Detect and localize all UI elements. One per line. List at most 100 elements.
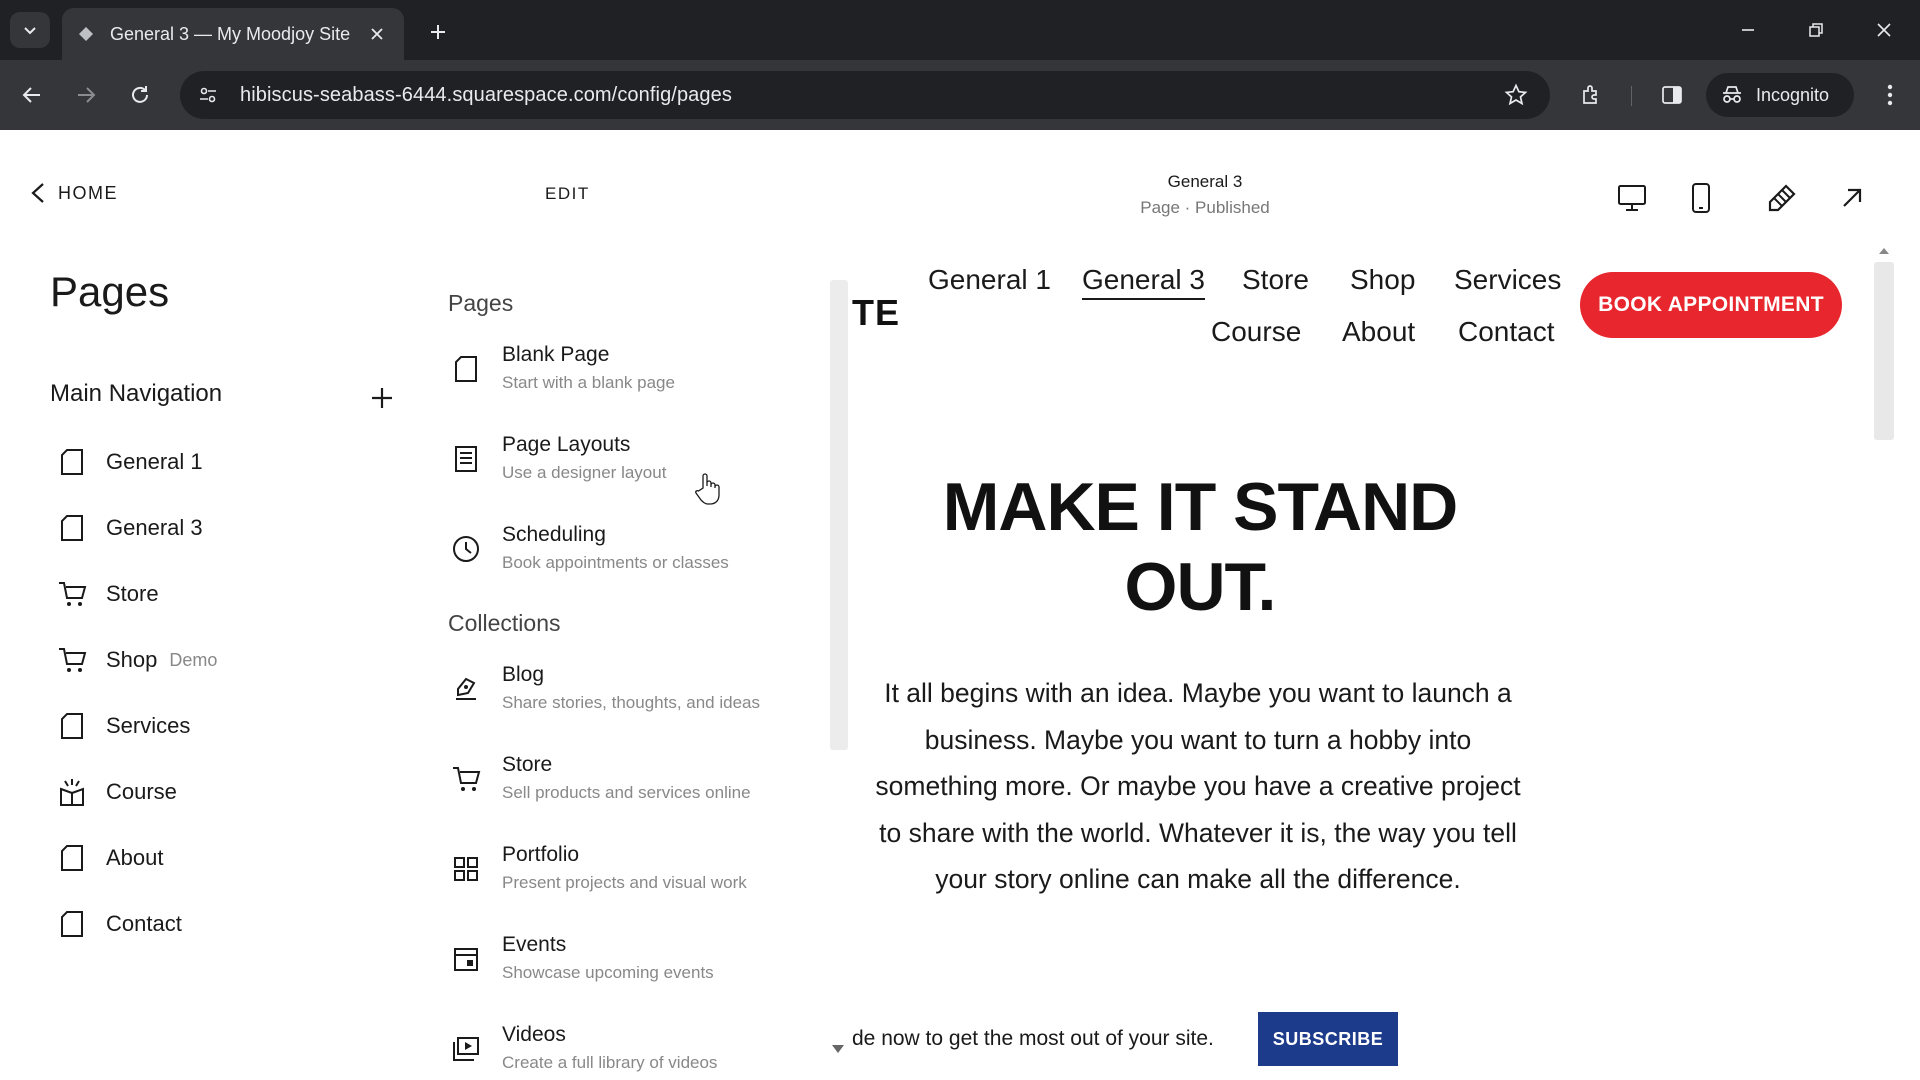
browser-tab-bar: General 3 — My Moodjoy Site [0,0,1920,60]
cart-icon [448,761,484,797]
incognito-icon [1723,86,1741,103]
newsletter-text: de now to get the most out of your site. [852,1027,1214,1050]
hand-cursor-icon [695,473,720,505]
preview-scrollbar[interactable] [1874,262,1894,440]
site-nav-about[interactable]: About [1342,316,1415,348]
panel-item-desc: Showcase upcoming events [502,963,714,982]
panel-item-desc: Create a full library of videos [502,1053,718,1072]
sidebar-item-general-3[interactable]: General 3 [54,504,374,552]
sidebar-item-store[interactable]: Store [54,570,374,618]
add-page-icon[interactable] [364,380,400,416]
add-scheduling-page[interactable]: Scheduling Book appointments or classes [448,523,828,585]
desktop-view-icon[interactable] [1612,178,1652,218]
course-icon [54,774,90,810]
sidebar-item-label: General 3 [106,515,203,540]
pages-title: Pages [50,268,170,315]
sidebar-item-services[interactable]: Services [54,702,374,750]
tab-title: General 3 — My Moodjoy Site [110,23,351,44]
toolbar-divider [1631,86,1632,106]
browser-menu-icon[interactable] [1872,77,1908,113]
main-navigation-heading: Main Navigation [50,380,223,407]
calendar-icon [448,941,484,977]
add-videos-collection[interactable]: Videos Create a full library of videos [448,1023,828,1080]
scroll-down-arrow-icon[interactable] [828,1042,848,1056]
reload-icon[interactable] [122,77,158,113]
panel-item-title: Blog [502,663,545,686]
site-nav-general-1[interactable]: General 1 [928,264,1051,296]
panel-item-title: Portfolio [502,843,580,866]
new-tab-icon[interactable] [420,14,456,50]
grid-icon [448,851,484,887]
site-preview[interactable]: TE General 1 General 3 Store Shop Servic… [852,252,1880,1080]
sidebar-item-label: General 1 [106,449,203,474]
panel-item-title: Page Layouts [502,433,631,456]
squarespace-favicon-icon [76,24,96,44]
add-blog-collection[interactable]: Blog Share stories, thoughts, and ideas [448,663,828,725]
home-back-link[interactable]: HOME [30,182,118,204]
add-page-panel: Pages Blank Page Start with a blank page… [420,255,848,1080]
restore-icon[interactable] [1794,12,1838,48]
panel-collections-heading: Collections [448,610,561,636]
address-bar[interactable]: hibiscus-seabass-6444.squarespace.com/co… [180,71,1550,119]
chevron-down-icon [24,27,36,35]
panel-scrollbar[interactable] [830,280,848,750]
add-page-layouts[interactable]: Page Layouts Use a designer layout [448,433,828,495]
site-nav-services[interactable]: Services [1454,264,1561,296]
minimize-icon[interactable] [1726,12,1770,48]
sidebar-item-label: Services [106,713,191,738]
back-icon[interactable] [14,77,50,113]
subscribe-button[interactable]: SUBSCRIBE [1258,1012,1398,1066]
site-nav-store[interactable]: Store [1242,264,1309,296]
panel-pages-heading: Pages [448,290,514,316]
add-events-collection[interactable]: Events Showcase upcoming events [448,933,828,995]
sidebar-item-label: About [106,845,164,870]
hero-body-text: It all begins with an idea. Maybe you wa… [875,678,1521,894]
browser-tab-active[interactable]: General 3 — My Moodjoy Site [62,8,404,60]
browser-toolbar: hibiscus-seabass-6444.squarespace.com/co… [0,60,1920,130]
sidebar-item-label: Course [106,779,177,804]
scroll-up-arrow-icon[interactable] [1876,246,1892,256]
side-panel-icon[interactable] [1654,77,1690,113]
incognito-indicator[interactable]: Incognito [1706,73,1854,117]
add-blank-page[interactable]: Blank Page Start with a blank page [448,343,828,405]
sidebar-item-general-1[interactable]: General 1 [54,438,374,486]
add-portfolio-collection[interactable]: Portfolio Present projects and visual wo… [448,843,828,905]
panel-item-desc: Present projects and visual work [502,873,747,892]
page-icon [54,708,90,744]
extensions-icon[interactable] [1574,77,1610,113]
hero-line-1: MAKE IT STAND [942,469,1459,545]
page-icon [54,840,90,876]
site-nav-general-3[interactable]: General 3 [1082,264,1205,300]
design-brush-icon[interactable] [1762,178,1802,218]
sidebar-item-shop[interactable]: Shop Demo [54,636,374,684]
book-appointment-button[interactable]: BOOK APPOINTMENT [1580,272,1842,338]
current-page-name: General 3 [1167,172,1243,191]
site-nav-contact[interactable]: Contact [1458,316,1555,348]
forward-icon[interactable] [68,77,104,113]
bookmark-star-icon[interactable] [1498,77,1534,113]
sidebar-item-contact[interactable]: Contact [54,900,374,948]
edit-button[interactable]: EDIT [545,184,590,204]
sidebar-item-label: Contact [106,911,182,936]
sidebar-item-about[interactable]: About [54,834,374,882]
site-settings-icon[interactable] [186,73,230,117]
panel-item-desc: Use a designer layout [502,463,667,482]
site-nav-course[interactable]: Course [1211,316,1301,348]
demo-badge: Demo [169,649,218,670]
page-publish-status: Page · Published [1140,198,1270,217]
sidebar-item-label: Store [106,581,159,606]
url-text: hibiscus-seabass-6444.squarespace.com/co… [240,83,732,106]
site-logo-fragment[interactable]: TE [852,292,900,334]
open-site-arrow-icon[interactable] [1832,178,1872,218]
mobile-view-icon[interactable] [1681,178,1721,218]
sidebar-item-course[interactable]: Course [54,768,374,816]
add-store-collection[interactable]: Store Sell products and services online [448,753,828,815]
tab-search-button[interactable] [10,12,50,48]
close-tab-icon[interactable] [364,21,390,47]
site-nav-shop[interactable]: Shop [1350,264,1415,296]
clock-icon [448,531,484,567]
close-window-icon[interactable] [1862,12,1906,48]
panel-item-title: Scheduling [502,523,606,546]
home-label: HOME [58,182,118,203]
video-icon [448,1031,484,1067]
